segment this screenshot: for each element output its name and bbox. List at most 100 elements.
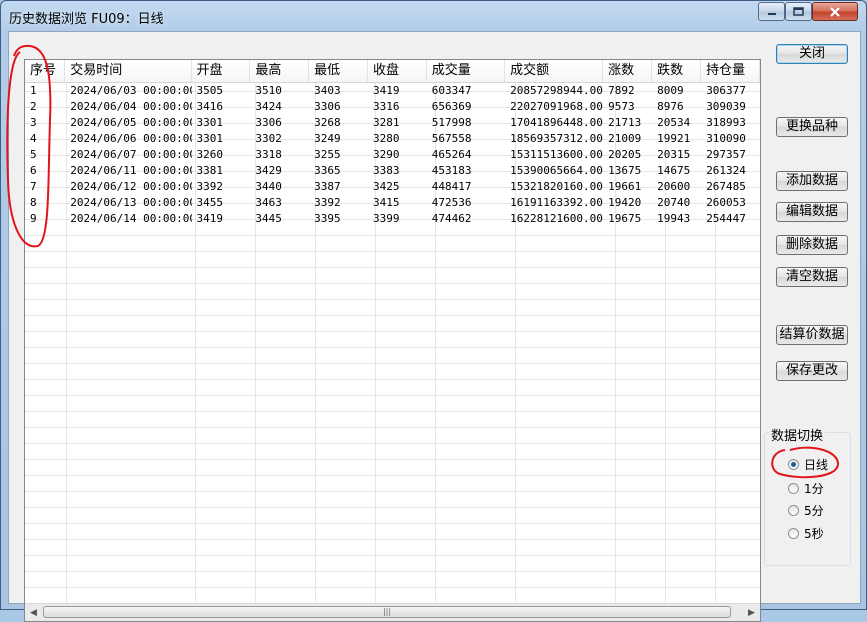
header-close[interactable]: 收盘 <box>368 60 427 82</box>
header-turnover[interactable]: 成交额 <box>505 60 604 82</box>
header-volume[interactable]: 成交量 <box>427 60 506 82</box>
cell-index: 5 <box>30 148 37 161</box>
header-up-count[interactable]: 涨数 <box>603 60 653 82</box>
radio-5sec[interactable]: 5秒 <box>788 525 824 541</box>
cell-high: 3302 <box>255 132 282 145</box>
table-row[interactable]: 8 2024/06/13 00:00:00 3455 3463 3392 3415 4725… <box>25 195 760 211</box>
cell-trade-time: 2024/06/11 00:00:00 <box>70 164 192 177</box>
data-switch-title: 数据切换 <box>769 425 826 444</box>
table-row[interactable]: 9 2024/06/14 00:00:00 3419 3445 3395 3399 4744… <box>25 211 760 227</box>
cell-index: 1 <box>30 84 37 97</box>
cell-high: 3318 <box>255 148 282 161</box>
cell-down-count: 8009 <box>657 84 684 97</box>
cell-open-interest: 318993 <box>706 116 746 129</box>
arrow-right-icon[interactable]: ▶ <box>743 604 760 621</box>
cell-close: 3399 <box>372 212 400 225</box>
header-down-count[interactable]: 跌数 <box>652 60 702 82</box>
cell-turnover: 18569357312.00 <box>510 132 603 145</box>
cell-open: 3381 <box>196 164 224 177</box>
radio-icon <box>788 504 799 516</box>
delete-data-button[interactable]: 删除数据 <box>776 235 848 255</box>
cell-open-interest: 309039 <box>706 100 746 113</box>
header-index[interactable]: 序号 <box>25 60 66 82</box>
data-grid[interactable]: 序号 交易时间 开盘 最高 最低 收盘 成交量 成交额 涨数 跌数 持仓量 1 2… <box>24 59 761 622</box>
minimize-button[interactable] <box>758 2 785 21</box>
cell-open-interest: 261324 <box>706 164 746 177</box>
cell-down-count: 8976 <box>657 100 684 113</box>
table-row[interactable]: 7 2024/06/12 00:00:00 3392 3440 3387 3425 4484… <box>25 179 760 195</box>
cell-turnover: 15321820160.00 <box>510 180 603 193</box>
cell-turnover: 17041896448.00 <box>510 116 603 129</box>
client-area: 序号 交易时间 开盘 最高 最低 收盘 成交量 成交额 涨数 跌数 持仓量 1 2… <box>8 31 861 622</box>
title-bar[interactable]: 历史数据浏览 FU09：日线 <box>1 1 866 31</box>
cell-trade-time: 2024/06/04 00:00:00 <box>70 100 192 113</box>
cell-close: 3280 <box>372 132 400 145</box>
cell-low: 3365 <box>314 164 341 177</box>
cell-down-count: 20600 <box>657 180 691 193</box>
cell-open: 3455 <box>196 196 224 209</box>
arrow-left-icon[interactable]: ◀ <box>25 604 42 621</box>
header-open-interest[interactable]: 持仓量 <box>701 60 760 82</box>
close-button[interactable]: 关闭 <box>776 44 848 64</box>
cell-high: 3445 <box>255 212 282 225</box>
radio-5min[interactable]: 5分 <box>788 502 824 518</box>
radio-daily[interactable]: 日线 <box>788 456 828 472</box>
maximize-button[interactable] <box>785 2 812 21</box>
cell-turnover: 16191163392.00 <box>510 196 603 209</box>
window-close-button[interactable] <box>812 2 858 21</box>
cell-turnover: 16228121600.00 <box>510 212 603 225</box>
header-open[interactable]: 开盘 <box>192 60 251 82</box>
cell-open: 3505 <box>196 84 224 97</box>
cell-turnover: 15311513600.00 <box>510 148 603 161</box>
table-row[interactable]: 6 2024/06/11 00:00:00 3381 3429 3365 3383 4531… <box>25 163 760 179</box>
table-row[interactable]: 1 2024/06/03 00:00:00 3505 3510 3403 3419 6033… <box>25 83 760 99</box>
horizontal-scrollbar[interactable]: ◀ ||| ▶ <box>25 603 760 621</box>
table-row[interactable]: 5 2024/06/07 00:00:00 3260 3318 3255 3290 4652… <box>25 147 760 163</box>
cell-volume: 453183 <box>431 164 472 177</box>
header-trade-time[interactable]: 交易时间 <box>65 60 192 82</box>
cell-up-count: 19675 <box>608 212 642 225</box>
cell-index: 8 <box>30 196 37 209</box>
cell-index: 6 <box>30 164 37 177</box>
table-row[interactable]: 4 2024/06/06 00:00:00 3301 3302 3249 3280 5675… <box>25 131 760 147</box>
cell-index: 3 <box>30 116 37 129</box>
add-data-button[interactable]: 添加数据 <box>776 171 848 191</box>
cell-close: 3290 <box>372 148 400 161</box>
cell-up-count: 7892 <box>608 84 635 97</box>
change-product-button[interactable]: 更换品种 <box>776 117 848 137</box>
edit-data-button[interactable]: 编辑数据 <box>776 202 848 222</box>
cell-open-interest: 260053 <box>706 196 746 209</box>
cell-index: 4 <box>30 132 37 145</box>
cell-close: 3281 <box>372 116 400 129</box>
cell-volume: 465264 <box>431 148 472 161</box>
maximize-icon <box>793 7 804 16</box>
radio-1min[interactable]: 1分 <box>788 480 824 496</box>
cell-up-count: 9573 <box>608 100 635 113</box>
cell-turnover: 20857298944.00 <box>510 84 603 97</box>
cell-up-count: 20205 <box>608 148 642 161</box>
table-row[interactable]: 3 2024/06/05 00:00:00 3301 3306 3268 3281 5179… <box>25 115 760 131</box>
cell-down-count: 14675 <box>657 164 691 177</box>
cell-down-count: 20315 <box>657 148 691 161</box>
cell-volume: 448417 <box>431 180 472 193</box>
cell-high: 3440 <box>255 180 282 193</box>
cell-open-interest: 310090 <box>706 132 746 145</box>
cell-open: 3392 <box>196 180 224 193</box>
cell-trade-time: 2024/06/07 00:00:00 <box>70 148 192 161</box>
table-row[interactable]: 2 2024/06/04 00:00:00 3416 3424 3306 3316 6563… <box>25 99 760 115</box>
cell-down-count: 20534 <box>657 116 691 129</box>
save-changes-button[interactable]: 保存更改 <box>776 361 848 381</box>
settlement-data-button[interactable]: 结算价数据 <box>776 325 848 345</box>
header-high[interactable]: 最高 <box>250 60 310 82</box>
cell-index: 2 <box>30 100 37 113</box>
cell-down-count: 19943 <box>657 212 691 225</box>
window-title: 历史数据浏览 FU09：日线 <box>9 12 164 27</box>
minimize-icon <box>767 12 776 15</box>
cell-trade-time: 2024/06/14 00:00:00 <box>70 212 192 225</box>
radio-selected-icon <box>788 458 799 470</box>
clear-data-button[interactable]: 清空数据 <box>776 267 848 287</box>
cell-down-count: 20740 <box>657 196 691 209</box>
cell-low: 3395 <box>314 212 341 225</box>
header-low[interactable]: 最低 <box>309 60 368 82</box>
scrollbar-thumb[interactable]: ||| <box>43 606 731 618</box>
